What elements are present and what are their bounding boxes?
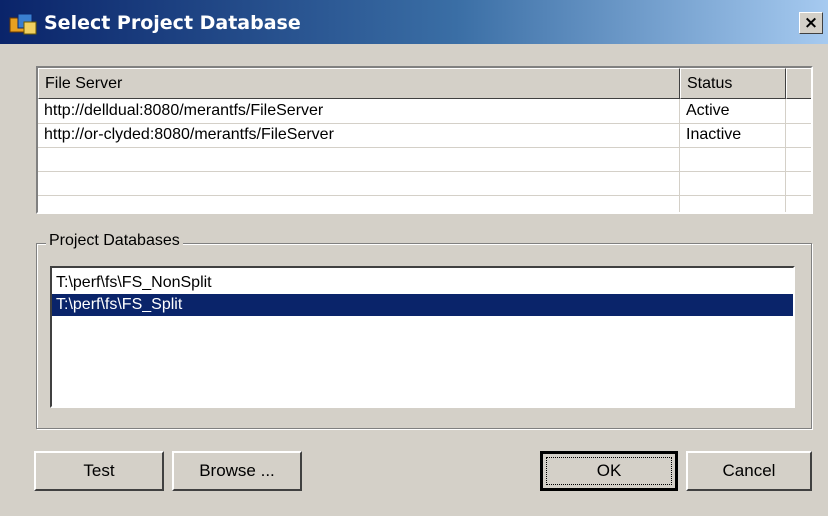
column-header-empty[interactable] [786, 68, 811, 99]
column-divider [679, 99, 680, 212]
app-icon [9, 13, 37, 35]
browse-button[interactable]: Browse ... [172, 451, 302, 491]
row-divider [38, 147, 811, 148]
table-row[interactable]: http://or-clyded:8080/merantfs/FileServe… [38, 123, 811, 147]
column-header-status[interactable]: Status [680, 68, 786, 99]
column-header-file-server[interactable]: File Server [38, 68, 680, 99]
ok-button[interactable]: OK [540, 451, 678, 491]
title-bar[interactable]: Select Project Database × [0, 0, 828, 44]
server-url: http://or-clyded:8080/merantfs/FileServe… [44, 126, 334, 143]
server-status: Inactive [686, 126, 742, 143]
group-label: Project Databases [46, 232, 183, 250]
table-row[interactable]: http://delldual:8080/merantfs/FileServer… [38, 99, 811, 123]
row-divider [38, 171, 811, 172]
close-button[interactable]: × [799, 12, 823, 34]
select-project-database-dialog: Select Project Database × File Server St… [0, 0, 828, 516]
close-icon: × [803, 13, 819, 33]
server-status: Active [686, 102, 730, 119]
list-item[interactable]: T:\perf\fs\FS_NonSplit [52, 272, 793, 294]
list-header: File Server Status [38, 68, 811, 99]
row-divider [38, 195, 811, 196]
project-database-list[interactable]: T:\perf\fs\FS_NonSplit T:\perf\fs\FS_Spl… [50, 266, 795, 408]
server-url: http://delldual:8080/merantfs/FileServer [44, 102, 324, 119]
cancel-button[interactable]: Cancel [686, 451, 812, 491]
ok-label: OK [596, 461, 622, 480]
column-divider [785, 99, 786, 212]
file-server-list[interactable]: File Server Status http://delldual:8080/… [36, 66, 813, 214]
window-title: Select Project Database [44, 12, 301, 34]
test-button[interactable]: Test [34, 451, 164, 491]
list-item-selected[interactable]: T:\perf\fs\FS_Split [52, 294, 793, 316]
